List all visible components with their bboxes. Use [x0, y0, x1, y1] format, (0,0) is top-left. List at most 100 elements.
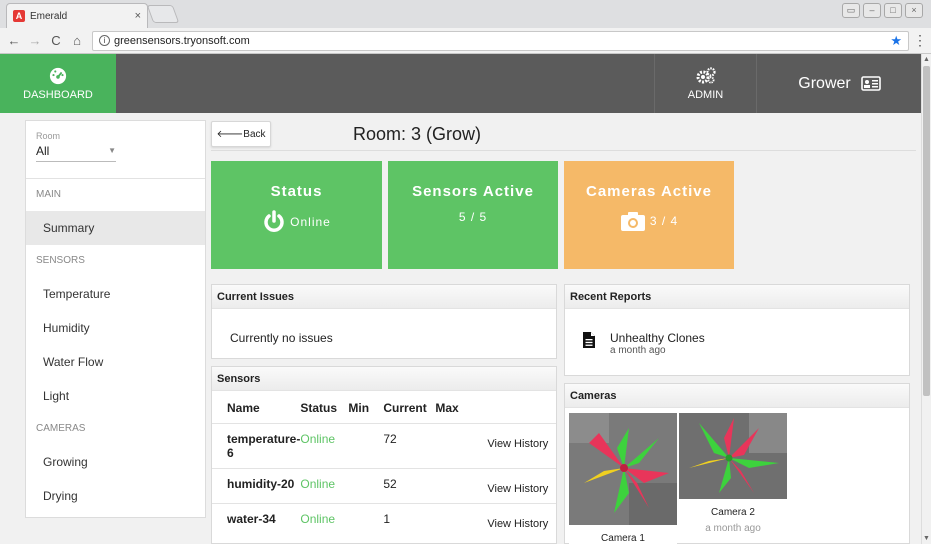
view-history-button[interactable]: View History: [487, 503, 556, 538]
sidebar-item-summary[interactable]: Summary: [26, 211, 205, 245]
sensor-name: temperature-6: [212, 423, 301, 469]
status-tile: Status Online: [211, 161, 382, 269]
report-name[interactable]: Unhealthy Clones: [610, 331, 705, 345]
admin-button[interactable]: ADMIN: [654, 54, 757, 113]
table-row: water-34 Online 1 View History: [212, 503, 556, 538]
current-issues-text: Currently no issues: [230, 331, 333, 345]
back-button[interactable]: 🡐 Back: [211, 121, 271, 147]
back-label: Back: [243, 128, 266, 140]
column-header-name: Name: [227, 401, 260, 415]
sensor-max: [435, 468, 488, 504]
camera-card[interactable]: Camera 2 a month ago: [679, 413, 787, 534]
sidebar-item-growing[interactable]: Growing: [26, 445, 205, 479]
close-window-icon[interactable]: ×: [905, 3, 923, 18]
camera-1-image[interactable]: [569, 413, 677, 525]
sidebar-item-humidity[interactable]: Humidity: [26, 311, 205, 345]
sidebar: Room All ▼ MAIN Summary SENSORS Temperat…: [25, 120, 206, 518]
user-menu-button[interactable]: Grower: [758, 54, 921, 113]
chevron-down-icon: ▼: [108, 146, 116, 155]
forward-arrow-icon[interactable]: →: [27, 33, 43, 48]
room-select[interactable]: Room All ▼: [26, 121, 205, 179]
camera-card[interactable]: Camera 1: [569, 413, 677, 544]
maximize-icon[interactable]: □: [884, 3, 902, 18]
bookmark-star-icon[interactable]: ★: [890, 33, 902, 49]
power-icon: [264, 210, 284, 232]
sensor-status: Online: [300, 503, 349, 538]
profile-icon[interactable]: ▭: [842, 3, 860, 18]
recent-reports-panel: Recent Reports Unhealthy Clones a month …: [564, 284, 910, 376]
sensor-name: humidity-20: [212, 468, 301, 504]
sensor-status: Online: [300, 423, 349, 469]
browser-toolbar: ← → C ⌂ i greensensors.tryonsoft.com ★ ⋮: [0, 28, 931, 54]
angular-favicon-icon: A: [13, 10, 25, 22]
browser-menu-icon[interactable]: ⋮: [913, 32, 927, 49]
sidebar-item-temperature[interactable]: Temperature: [26, 277, 205, 311]
column-header-actions: [487, 391, 556, 424]
room-select-value[interactable]: All ▼: [36, 144, 116, 162]
cameras-tile-value-row: 3 / 4: [564, 210, 734, 232]
address-input[interactable]: i greensensors.tryonsoft.com ★: [92, 30, 909, 51]
report-time: a month ago: [610, 345, 666, 356]
document-icon: [583, 332, 595, 348]
back-arrow-icon[interactable]: ←: [6, 33, 22, 48]
report-item[interactable]: Unhealthy Clones a month ago: [565, 309, 909, 356]
section-sensors: SENSORS: [36, 255, 85, 266]
current-issues-panel: Current Issues Currently no issues: [211, 284, 557, 359]
sensors-active-tile: Sensors Active 5 / 5: [388, 161, 558, 269]
page-title: Room: 3 (Grow): [353, 124, 482, 144]
camera-2-label: Camera 2: [711, 507, 755, 518]
sidebar-item-water-flow[interactable]: Water Flow: [26, 345, 205, 379]
sidebar-item-drying[interactable]: Drying: [26, 479, 205, 513]
cameras-panel: Cameras Camera 1 Camera 2 a month ago: [564, 383, 910, 544]
column-header-status: Status: [300, 401, 338, 415]
minimize-icon[interactable]: –: [863, 3, 881, 18]
column-header-min: Min: [348, 401, 370, 415]
view-history-button[interactable]: View History: [487, 423, 556, 469]
new-tab-button[interactable]: [146, 5, 180, 23]
scroll-down-arrow-icon[interactable]: ▼: [923, 535, 930, 542]
user-name: Grower: [798, 74, 851, 92]
scrollbar-thumb[interactable]: [923, 66, 930, 396]
reload-icon[interactable]: C: [48, 33, 64, 48]
dashboard-button[interactable]: DASHBOARD: [0, 54, 116, 113]
sensor-current: 52: [383, 468, 436, 504]
sensors-panel: Sensors Name Status Min Current Max temp…: [211, 366, 557, 544]
title-divider: [211, 150, 916, 151]
camera-icon: [620, 212, 645, 231]
sensor-min: [348, 503, 384, 538]
status-tile-title: Status: [270, 183, 323, 200]
recent-reports-title: Recent Reports: [565, 285, 909, 309]
camera-2-image[interactable]: [679, 413, 787, 499]
sensor-name: water-34: [212, 503, 301, 538]
sensor-current: 72: [383, 423, 436, 469]
column-header-max: Max: [435, 401, 459, 415]
site-info-icon[interactable]: i: [99, 35, 110, 46]
browser-tabstrip: A Emerald × ▭ – □ ×: [0, 0, 931, 28]
room-select-label: Room: [36, 131, 61, 141]
home-icon[interactable]: ⌂: [69, 33, 85, 48]
section-main: MAIN: [36, 189, 61, 200]
dashboard-label: DASHBOARD: [23, 88, 93, 101]
speedometer-icon: [49, 67, 67, 84]
table-row: humidity-20 Online 52 View History: [212, 468, 556, 504]
sensor-min: [348, 468, 384, 504]
sensors-table: Name Status Min Current Max temperature-…: [212, 391, 556, 538]
view-history-button[interactable]: View History: [487, 468, 556, 504]
arrow-left-icon: 🡐: [216, 129, 244, 140]
sidebar-item-light[interactable]: Light: [26, 379, 205, 413]
url-text: greensensors.tryonsoft.com: [114, 34, 250, 47]
camera-1-label: Camera 1: [601, 533, 645, 544]
scroll-up-arrow-icon[interactable]: ▲: [923, 56, 930, 63]
browser-tab[interactable]: A Emerald ×: [6, 3, 148, 28]
sensor-min: [348, 423, 384, 469]
table-row: temperature-6 Online 72 View History: [212, 423, 556, 469]
sensor-max: [435, 503, 488, 538]
status-tile-value: Online: [290, 215, 331, 229]
cameras-tile-value: 3 / 4: [649, 214, 679, 228]
status-tile-value-row: Online: [211, 210, 382, 234]
tab-close-icon[interactable]: ×: [135, 10, 141, 22]
sensors-tile-value: 5 / 5: [458, 210, 488, 224]
sensor-current: 1: [383, 503, 436, 538]
camera-2-time: a month ago: [705, 523, 761, 534]
gears-icon: [696, 66, 716, 83]
